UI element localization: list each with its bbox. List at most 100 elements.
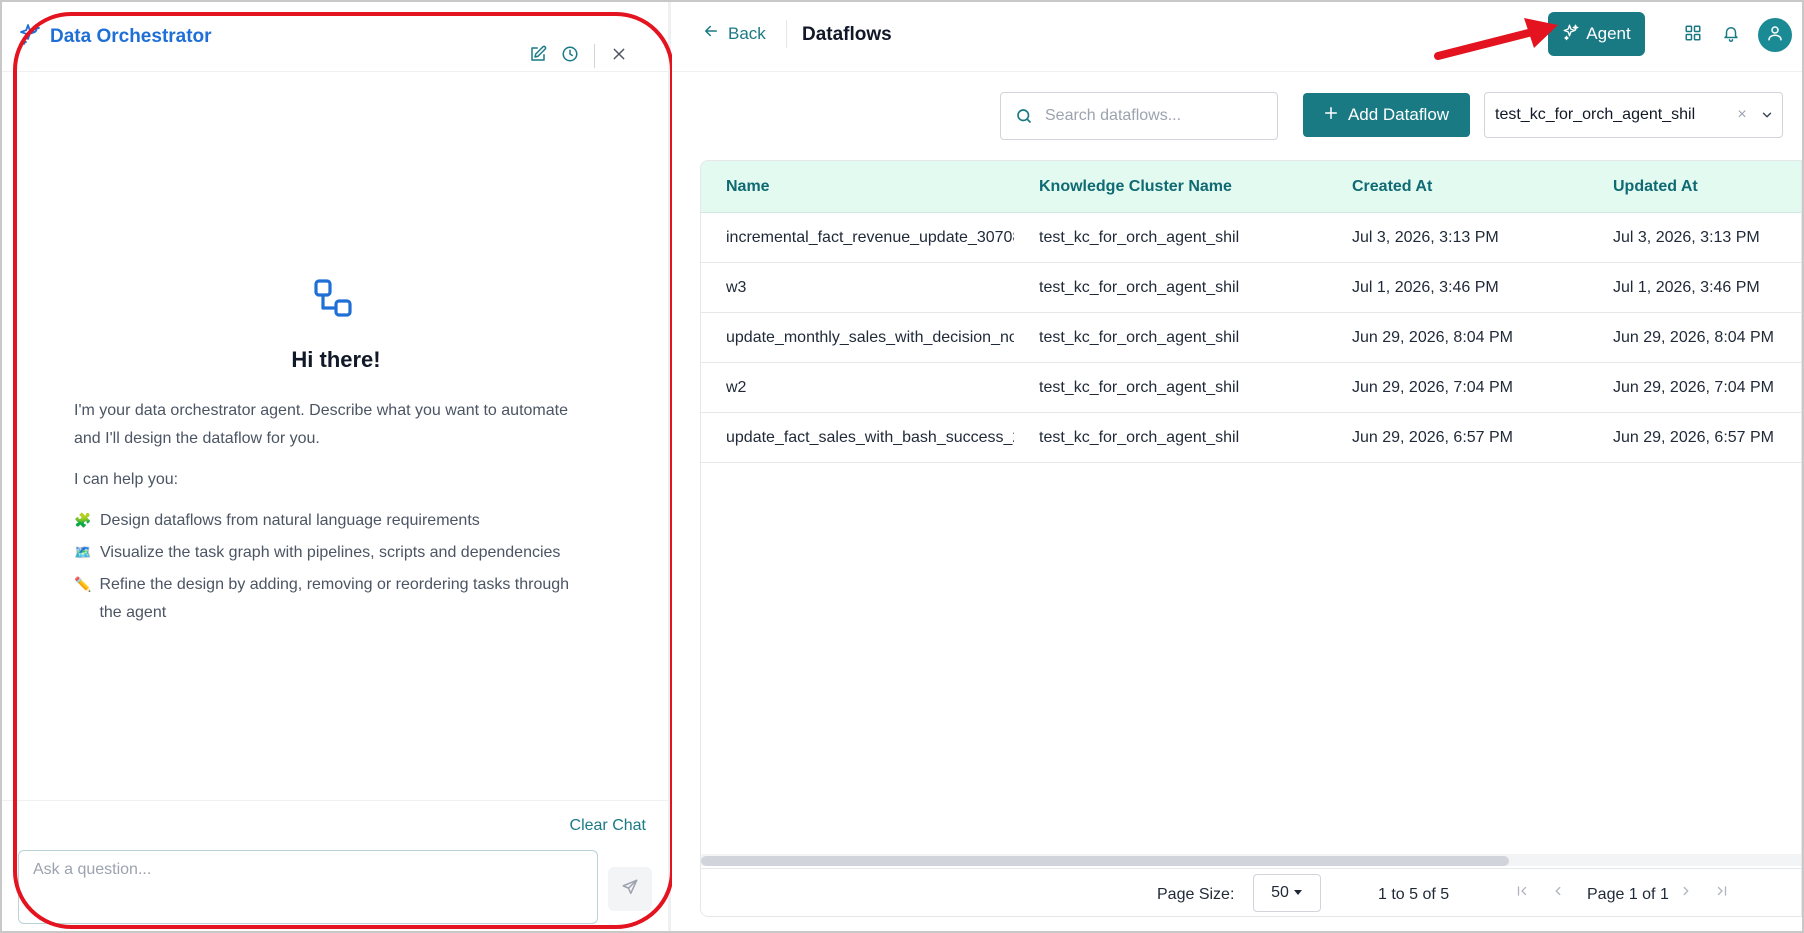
table-body: incremental_fact_revenue_update_3070888_… <box>701 213 1801 463</box>
sparkles-icon <box>18 22 42 51</box>
table-row[interactable]: w3 test_kc_for_orch_agent_shil Jul 1, 20… <box>701 263 1801 313</box>
add-dataflow-label: Add Dataflow <box>1347 105 1450 124</box>
toolbar: Add Dataflow test_kc_for_orch_agent_shil… <box>672 92 1802 142</box>
user-icon <box>1766 24 1784 47</box>
dataflow-table: Name Knowledge Cluster Name Created At U… <box>700 160 1802 917</box>
list-item: ✏️ Refine the design by adding, removing… <box>74 571 594 627</box>
cell-created: Jun 29, 2026, 7:04 PM <box>1352 379 1513 396</box>
search-input[interactable] <box>1045 107 1255 125</box>
chat-brand: Data Orchestrator <box>18 22 212 51</box>
clock-icon <box>561 45 579 68</box>
cell-name: incremental_fact_revenue_update_3070888_ <box>726 229 1014 246</box>
close-chat-button[interactable] <box>603 40 635 72</box>
cell-name: update_monthly_sales_with_decision_node_ <box>726 329 1014 346</box>
pagination: Page Size: 50 1 to 5 of 5 Page 1 of 1 <box>701 868 1801 916</box>
cluster-select[interactable]: test_kc_for_orch_agent_shil × <box>1484 92 1783 138</box>
column-header-cluster[interactable]: Knowledge Cluster Name <box>1039 178 1232 196</box>
pencil-icon: ✏️ <box>74 577 92 593</box>
chevron-left-icon <box>1551 884 1565 903</box>
chevron-down-icon[interactable] <box>1752 108 1782 122</box>
send-icon <box>621 878 639 901</box>
cell-created: Jun 29, 2026, 8:04 PM <box>1352 329 1513 346</box>
add-dataflow-button[interactable]: Add Dataflow <box>1303 93 1470 137</box>
cell-cluster: test_kc_for_orch_agent_shil <box>1039 229 1240 246</box>
column-header-created[interactable]: Created At <box>1352 178 1432 196</box>
column-header-name[interactable]: Name <box>726 178 770 196</box>
capability-list: 🧩 Design dataflows from natural language… <box>74 507 594 627</box>
agent-label: Agent <box>1586 24 1631 43</box>
column-header-updated[interactable]: Updated At <box>1613 178 1698 196</box>
welcome-body: I'm your data orchestrator agent. Descri… <box>74 397 594 631</box>
cell-created: Jul 1, 2026, 3:46 PM <box>1352 279 1499 296</box>
chat-title: Data Orchestrator <box>50 25 212 47</box>
cell-created: Jul 3, 2026, 3:13 PM <box>1352 229 1499 246</box>
send-button[interactable] <box>608 867 652 911</box>
edit-icon <box>529 45 547 68</box>
back-label: Back <box>728 23 766 43</box>
header-separator <box>594 44 595 68</box>
intro-text: I'm your data orchestrator agent. Descri… <box>74 402 568 447</box>
page-size-label: Page Size: <box>1157 886 1235 903</box>
table-row[interactable]: update_monthly_sales_with_decision_node_… <box>701 313 1801 363</box>
table-header: Name Knowledge Cluster Name Created At U… <box>701 161 1801 213</box>
next-page-button[interactable] <box>1675 882 1697 904</box>
table-row[interactable]: incremental_fact_revenue_update_3070888_… <box>701 213 1801 263</box>
cell-updated: Jun 29, 2026, 8:04 PM <box>1613 329 1774 346</box>
page-size-value: 50 <box>1271 884 1289 901</box>
chat-input[interactable] <box>18 850 598 924</box>
topbar-separator <box>786 20 787 48</box>
capability-text: Visualize the task graph with pipelines,… <box>100 544 561 561</box>
cluster-select-value: test_kc_for_orch_agent_shil <box>1495 106 1696 123</box>
page-indicator: Page 1 of 1 <box>1587 886 1669 903</box>
cell-updated: Jun 29, 2026, 7:04 PM <box>1613 379 1774 396</box>
chat-panel: Data Orchestrator Hi there! I'm your dat… <box>2 2 670 931</box>
cell-name: update_fact_sales_with_bash_success_2739 <box>726 429 1014 446</box>
cell-cluster: test_kc_for_orch_agent_shil <box>1039 379 1240 396</box>
previous-page-button[interactable] <box>1547 882 1569 904</box>
help-heading: I can help you: <box>74 471 179 488</box>
apps-button[interactable] <box>1680 22 1706 48</box>
chat-header: Data Orchestrator <box>2 2 670 72</box>
notifications-button[interactable] <box>1718 22 1744 48</box>
page-title: Dataflows <box>802 24 892 45</box>
first-page-button[interactable] <box>1511 882 1533 904</box>
cell-updated: Jun 29, 2026, 6:57 PM <box>1613 429 1774 446</box>
plus-icon <box>1324 105 1338 125</box>
capability-text: Design dataflows from natural language r… <box>100 512 480 529</box>
close-icon <box>611 46 627 67</box>
table-row[interactable]: update_fact_sales_with_bash_success_2739… <box>701 413 1801 463</box>
chat-header-actions <box>522 40 635 72</box>
horizontal-scrollbar[interactable] <box>701 854 1801 866</box>
last-page-icon <box>1715 884 1729 903</box>
chevron-right-icon <box>1679 884 1693 903</box>
table-row[interactable]: w2 test_kc_for_orch_agent_shil Jun 29, 2… <box>701 363 1801 413</box>
list-item: 🧩 Design dataflows from natural language… <box>74 507 594 535</box>
list-item: 🗺️ Visualize the task graph with pipelin… <box>74 539 594 567</box>
back-button[interactable]: Back <box>702 22 766 45</box>
sparkles-icon <box>1562 23 1580 46</box>
clear-selection-icon[interactable]: × <box>1732 106 1752 124</box>
arrow-left-icon <box>702 22 720 45</box>
caret-down-icon <box>1293 884 1303 902</box>
main-content: Back Dataflows Agent Search dataflows...… <box>672 2 1802 931</box>
first-page-icon <box>1515 884 1529 903</box>
new-chat-button[interactable] <box>522 40 554 72</box>
clear-chat-button[interactable]: Clear Chat <box>570 817 646 835</box>
map-icon: 🗺️ <box>74 545 92 561</box>
user-avatar[interactable] <box>1758 18 1792 52</box>
last-page-button[interactable] <box>1711 882 1733 904</box>
panel-resize-handle[interactable] <box>668 2 671 931</box>
history-button[interactable] <box>554 40 586 72</box>
grid-icon <box>1684 24 1702 47</box>
cell-updated: Jul 1, 2026, 3:46 PM <box>1613 279 1760 296</box>
dataflow-icon <box>312 277 356 326</box>
cell-cluster: test_kc_for_orch_agent_shil <box>1039 279 1240 296</box>
cell-cluster: test_kc_for_orch_agent_shil <box>1039 429 1240 446</box>
scrollbar-thumb[interactable] <box>701 856 1509 866</box>
page-size-select[interactable]: 50 <box>1253 874 1321 912</box>
search-icon <box>1015 107 1033 125</box>
cell-cluster: test_kc_for_orch_agent_shil <box>1039 329 1240 346</box>
cell-created: Jun 29, 2026, 6:57 PM <box>1352 429 1513 446</box>
cell-updated: Jul 3, 2026, 3:13 PM <box>1613 229 1760 246</box>
agent-button[interactable]: Agent <box>1548 12 1645 56</box>
